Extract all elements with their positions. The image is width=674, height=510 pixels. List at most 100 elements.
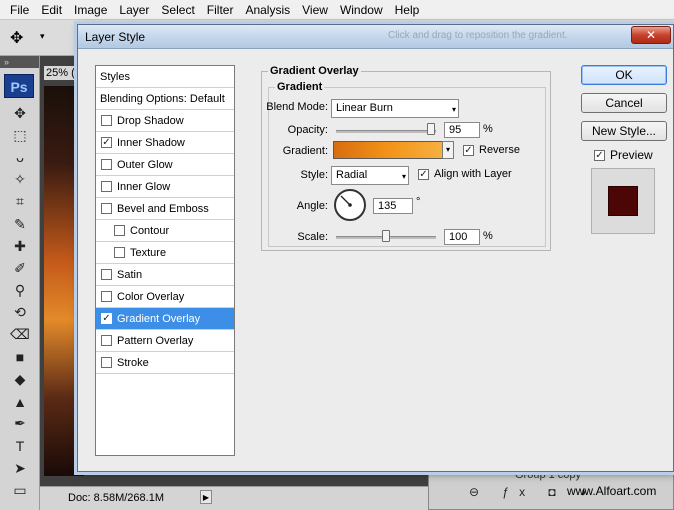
- eyedropper-tool-icon[interactable]: ✎: [0, 213, 40, 235]
- history-brush-tool-icon[interactable]: ⟲: [0, 302, 40, 324]
- move-tool-icon[interactable]: ✥: [0, 102, 40, 124]
- opacity-input[interactable]: 95: [444, 122, 480, 138]
- style-label: Texture: [130, 246, 167, 259]
- style-inner-shadow[interactable]: ✓ Inner Shadow: [96, 132, 234, 154]
- scale-label: Scale:: [297, 231, 328, 243]
- style-pattern-overlay[interactable]: Pattern Overlay: [96, 330, 234, 352]
- align-with-layer-label: Align with Layer: [434, 168, 512, 180]
- watermark: www.Alfoart.com: [567, 484, 657, 498]
- zoom-label: 25% (: [44, 66, 77, 80]
- healing-tool-icon[interactable]: ✚: [0, 235, 40, 257]
- tools-grip[interactable]: »: [0, 56, 39, 68]
- style-inner-glow[interactable]: Inner Glow: [96, 176, 234, 198]
- tools-panel: » Ps ✥ ⬚ ᴗ ✧ ⌗ ✎ ✚ ✐ ⚲ ⟲ ⌫ ■ ◆ ▲ ✒ T ➤ ▭: [0, 56, 40, 510]
- style-checkbox[interactable]: [101, 335, 112, 346]
- style-checkbox[interactable]: [101, 159, 112, 170]
- menu-view[interactable]: View: [296, 0, 334, 20]
- style-color-overlay[interactable]: Color Overlay: [96, 286, 234, 308]
- preview-check-icon: ✓: [594, 149, 605, 161]
- pen-tool-icon[interactable]: ✒: [0, 413, 40, 435]
- menu-image[interactable]: Image: [68, 0, 113, 20]
- eraser-tool-icon[interactable]: ⌫: [0, 324, 40, 346]
- photoshop-logo: Ps: [4, 74, 34, 98]
- style-outer-glow[interactable]: Outer Glow: [96, 154, 234, 176]
- style-gradient-overlay[interactable]: ✓ Gradient Overlay: [96, 308, 234, 330]
- style-label: Stroke: [117, 356, 149, 369]
- style-label: Outer Glow: [117, 158, 173, 171]
- chevron-down-icon: ▾: [401, 172, 406, 181]
- blend-mode-select[interactable]: Linear Burn ▾: [331, 99, 459, 118]
- style-bevel-and-emboss[interactable]: Bevel and Emboss: [96, 198, 234, 220]
- style-stroke[interactable]: Stroke: [96, 352, 234, 374]
- magic-wand-tool-icon[interactable]: ✧: [0, 169, 40, 191]
- style-label: Color Overlay: [117, 290, 185, 303]
- dodge-tool-icon[interactable]: ▲: [0, 390, 40, 412]
- style-select[interactable]: Radial ▾: [331, 166, 409, 185]
- opacity-slider[interactable]: [336, 130, 436, 133]
- align-with-layer-checkbox[interactable]: ✓ Align with Layer: [418, 168, 512, 180]
- style-checkbox[interactable]: [101, 203, 112, 214]
- menu-help[interactable]: Help: [389, 0, 426, 20]
- style-label: Style:: [300, 169, 328, 181]
- style-texture[interactable]: Texture: [96, 242, 234, 264]
- styles-header[interactable]: Styles: [96, 66, 234, 88]
- layers-panel: Group 1 copy ⊖ ƒx ◘ ◑ www.Alfoart.com: [428, 468, 674, 510]
- cancel-button[interactable]: Cancel: [581, 93, 667, 113]
- close-button[interactable]: ✕: [631, 26, 671, 44]
- menu-layer[interactable]: Layer: [113, 0, 155, 20]
- move-tool-icon[interactable]: ✥: [10, 28, 23, 48]
- dialog-titlebar[interactable]: Layer Style Click and drag to reposition…: [78, 25, 673, 49]
- preview-checkbox[interactable]: ✓ Preview: [594, 148, 653, 162]
- scale-slider-thumb[interactable]: [382, 230, 390, 242]
- menu-analysis[interactable]: Analysis: [239, 0, 296, 20]
- style-label: Bevel and Emboss: [117, 202, 209, 215]
- ok-button[interactable]: OK: [581, 65, 667, 85]
- menu-filter[interactable]: Filter: [201, 0, 240, 20]
- style-checkbox[interactable]: [114, 225, 125, 236]
- marquee-tool-icon[interactable]: ⬚: [0, 124, 40, 146]
- menu-bar: File Edit Image Layer Select Filter Analysis Vi…: [0, 0, 674, 20]
- path-select-tool-icon[interactable]: ➤: [0, 457, 40, 479]
- new-style-button[interactable]: New Style...: [581, 121, 667, 141]
- blending-options[interactable]: Blending Options: Default: [96, 88, 234, 110]
- brush-tool-icon[interactable]: ✐: [0, 257, 40, 279]
- style-checkbox[interactable]: [101, 269, 112, 280]
- style-checkbox[interactable]: [101, 357, 112, 368]
- clone-stamp-tool-icon[interactable]: ⚲: [0, 280, 40, 302]
- status-menu-arrow-icon[interactable]: ▶: [200, 490, 212, 504]
- opacity-slider-thumb[interactable]: [427, 123, 435, 135]
- gradient-label: Gradient:: [282, 145, 328, 157]
- style-checkbox[interactable]: [101, 181, 112, 192]
- style-checkbox[interactable]: ✓: [101, 313, 112, 324]
- angle-input[interactable]: 135: [373, 198, 413, 214]
- angle-dial[interactable]: [334, 189, 366, 221]
- doc-size: Doc: 8.58M/268.1M: [68, 492, 164, 504]
- gradient-tool-icon[interactable]: ■: [0, 346, 40, 368]
- style-satin[interactable]: Satin: [96, 264, 234, 286]
- menu-file[interactable]: File: [4, 0, 35, 20]
- shape-tool-icon[interactable]: ▭: [0, 479, 40, 501]
- style-checkbox[interactable]: ✓: [101, 137, 112, 148]
- menu-select[interactable]: Select: [155, 0, 200, 20]
- style-checkbox[interactable]: [101, 291, 112, 302]
- style-drop-shadow[interactable]: Drop Shadow: [96, 110, 234, 132]
- menu-edit[interactable]: Edit: [35, 0, 68, 20]
- lasso-tool-icon[interactable]: ᴗ: [0, 146, 40, 168]
- gradient-picker-button[interactable]: ▾: [442, 141, 454, 159]
- reverse-checkbox[interactable]: ✓ Reverse: [463, 144, 520, 156]
- style-checkbox[interactable]: [101, 115, 112, 126]
- style-checkbox[interactable]: [114, 247, 125, 258]
- styles-header-label: Styles: [100, 70, 130, 83]
- tool-preset-caret-icon[interactable]: ▾: [40, 31, 45, 42]
- menu-window[interactable]: Window: [334, 0, 389, 20]
- blending-options-label: Blending Options: Default: [100, 92, 225, 105]
- scale-input[interactable]: 100: [444, 229, 480, 245]
- blur-tool-icon[interactable]: ◆: [0, 368, 40, 390]
- type-tool-icon[interactable]: T: [0, 435, 40, 457]
- style-contour[interactable]: Contour: [96, 220, 234, 242]
- dialog-hint: Click and drag to reposition the gradien…: [388, 30, 568, 41]
- gradient-preview[interactable]: [333, 141, 443, 159]
- opacity-unit: %: [483, 123, 493, 135]
- crop-tool-icon[interactable]: ⌗: [0, 191, 40, 213]
- preview-label: Preview: [610, 148, 653, 162]
